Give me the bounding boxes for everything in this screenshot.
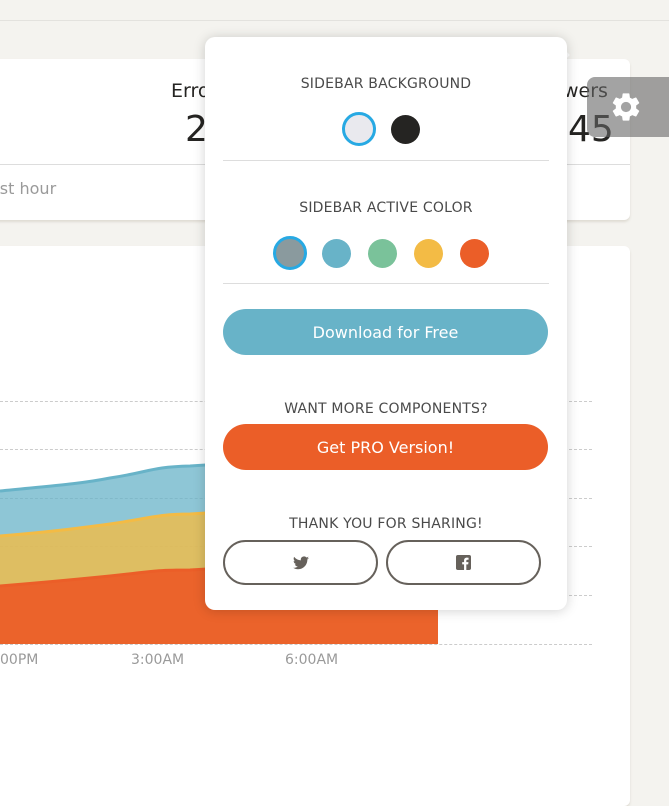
active-color-swatch-yellow[interactable] [414,239,443,268]
gear-icon [612,93,640,121]
more-components-title: WANT MORE COMPONENTS? [284,401,488,417]
x-tick-label: 3:00AM [131,652,185,668]
sidebar-bg-swatch-light[interactable] [342,112,376,146]
panel-divider [223,160,549,161]
top-divider [0,20,669,21]
settings-toggle-button[interactable] [587,77,669,137]
sidebar-bg-swatch-dark[interactable] [391,115,420,144]
panel-divider [223,283,549,284]
x-tick-label: 00PM [0,652,39,668]
sidebar-background-title: SIDEBAR BACKGROUND [300,76,472,92]
x-tick-label: 6:00AM [285,652,339,668]
sharing-title: THANK YOU FOR SHARING! [289,516,483,532]
settings-panel: SIDEBAR BACKGROUND SIDEBAR ACTIVE COLOR … [205,37,567,610]
active-color-swatch-blue[interactable] [322,239,351,268]
twitter-icon [292,555,309,569]
sidebar-active-color-title: SIDEBAR ACTIVE COLOR [299,200,473,216]
stat-footer: ast hour [0,179,57,198]
active-color-swatch-green[interactable] [368,239,397,268]
twitter-share-button[interactable] [223,540,378,585]
facebook-share-button[interactable] [386,540,541,585]
active-color-swatch-orange[interactable] [460,239,489,268]
facebook-icon [456,555,471,570]
active-color-swatch-grey[interactable] [273,236,307,270]
get-pro-button[interactable]: Get PRO Version! [223,424,548,470]
download-free-button[interactable]: Download for Free [223,309,548,355]
stat-label-errors: Erro [171,80,210,102]
